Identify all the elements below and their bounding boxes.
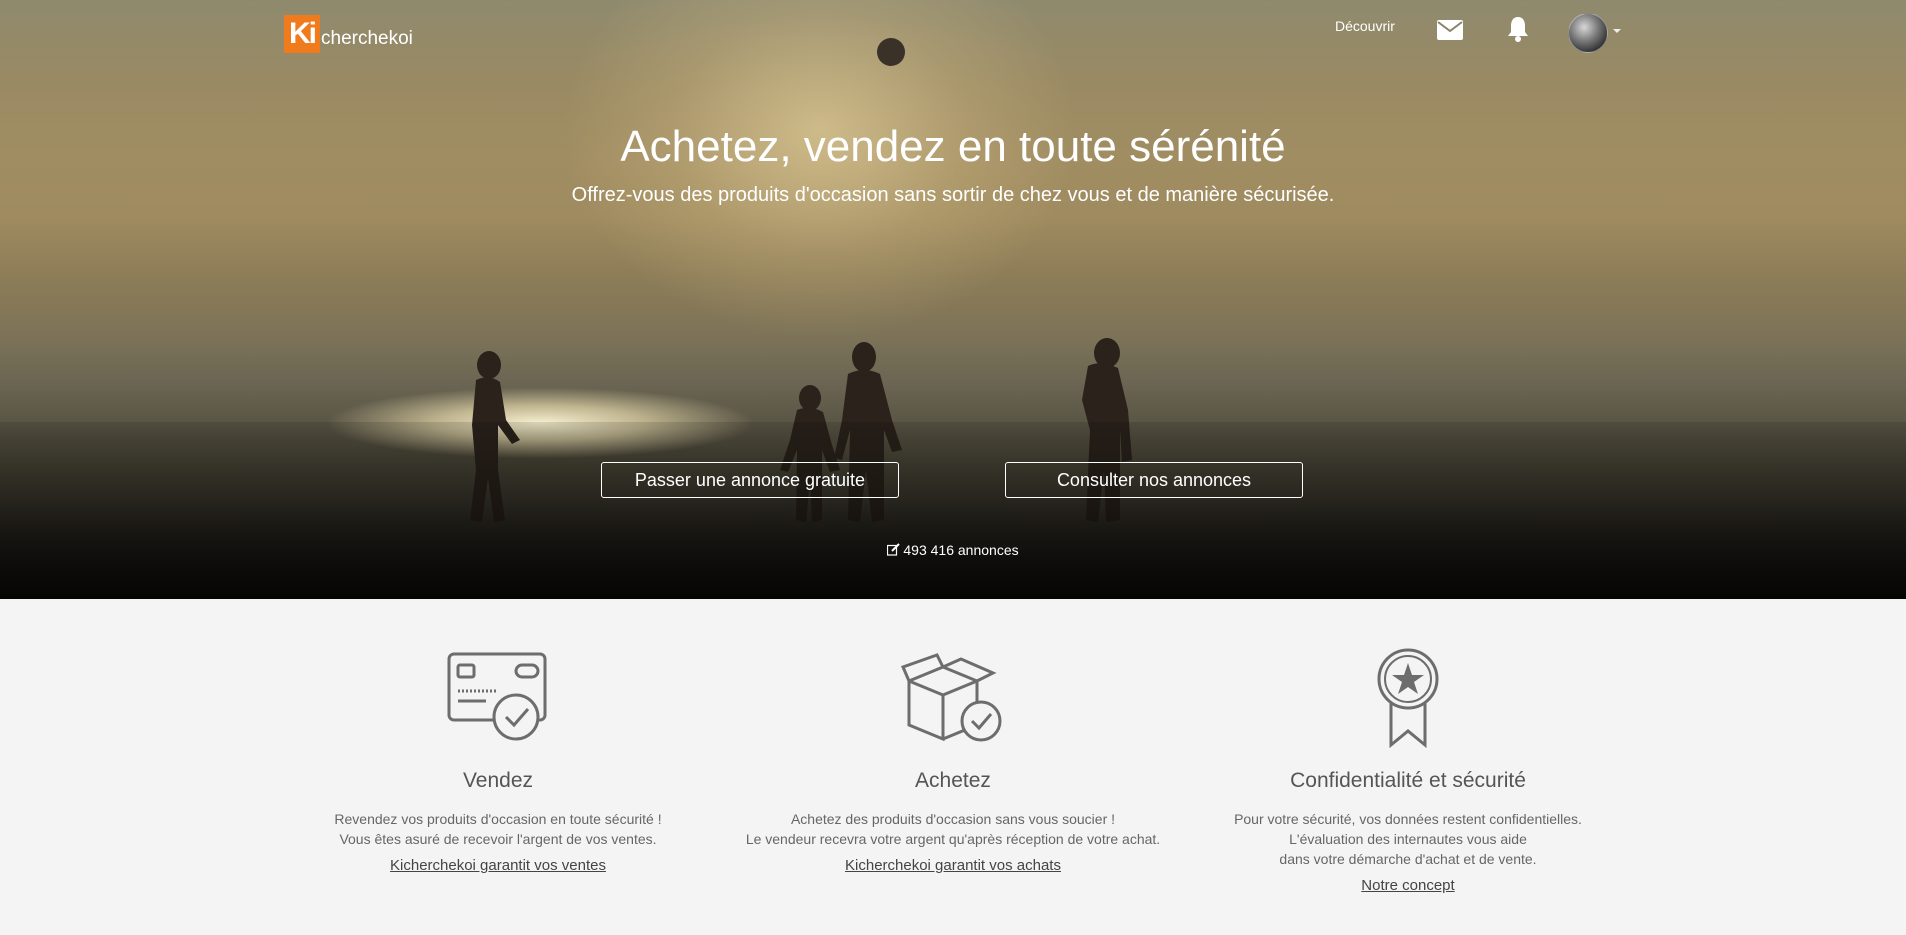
hero-bottom-overlay [0,422,1906,599]
box-check-icon [901,653,1002,742]
features-section: Vendez Revendez vos produits d'occasion … [0,599,1906,935]
feature-title: Achetez [915,769,991,792]
feature-title: Vendez [462,769,534,792]
site-logo[interactable]: Ki cherchekoi [284,13,413,53]
envelope-icon[interactable] [1437,20,1463,45]
feature-line: Le vendeur recevra votre argent qu'après… [745,831,1161,847]
award-ribbon-icon [1377,648,1439,749]
sales-guarantee-link[interactable]: Kicherchekoi garantit vos ventes [288,857,708,874]
feature-line: L'évaluation des internautes vous aide [1289,831,1527,847]
nav-discover-link[interactable]: Découvrir [1335,18,1395,34]
feature-line: Vous êtes asuré de recevoir l'argent de … [339,831,657,847]
post-ad-button[interactable]: Passer une annonce gratuite [601,462,899,498]
feature-line: dans votre démarche d'achat et de vente. [1279,851,1537,867]
ad-count: 493 416 annonces [0,542,1906,559]
feature-description: Revendez vos produits d'occasion en tout… [288,809,708,849]
concept-link[interactable]: Notre concept [1198,877,1618,894]
chevron-down-icon[interactable] [1613,29,1621,33]
avatar[interactable] [1568,13,1608,53]
feature-privacy: Confidentialité et sécurité Pour votre s… [1198,599,1618,894]
feature-line: Pour votre sécurité, vos données restent… [1234,811,1582,827]
feature-buy: Achetez Achetez des produits d'occasion … [743,599,1163,874]
bell-icon[interactable] [1507,16,1529,47]
logo-text: cherchekoi [321,28,413,49]
feature-description: Achetez des produits d'occasion sans vou… [743,809,1163,849]
credit-card-check-icon [447,652,547,741]
logo-mark: Ki [284,15,320,53]
edit-icon [887,543,901,559]
feature-sell: Vendez Revendez vos produits d'occasion … [288,599,708,874]
hero-title: Achetez, vendez en toute sérénité [620,122,1286,171]
feature-description: Pour votre sécurité, vos données restent… [1198,809,1618,869]
ad-count-label: 493 416 annonces [903,542,1019,558]
feature-line: Revendez vos produits d'occasion en tout… [334,811,662,827]
feature-line: Achetez des produits d'occasion sans vou… [790,811,1116,827]
feature-title: Confidentialité et sécurité [1290,769,1526,792]
purchase-guarantee-link[interactable]: Kicherchekoi garantit vos achats [743,857,1163,874]
hero-banner: Ki cherchekoi Découvrir Achetez, vendez … [0,0,1906,599]
browse-ads-button[interactable]: Consulter nos annonces [1005,462,1303,498]
hero-subtitle: Offrez-vous des produits d'occasion sans… [571,184,1335,206]
